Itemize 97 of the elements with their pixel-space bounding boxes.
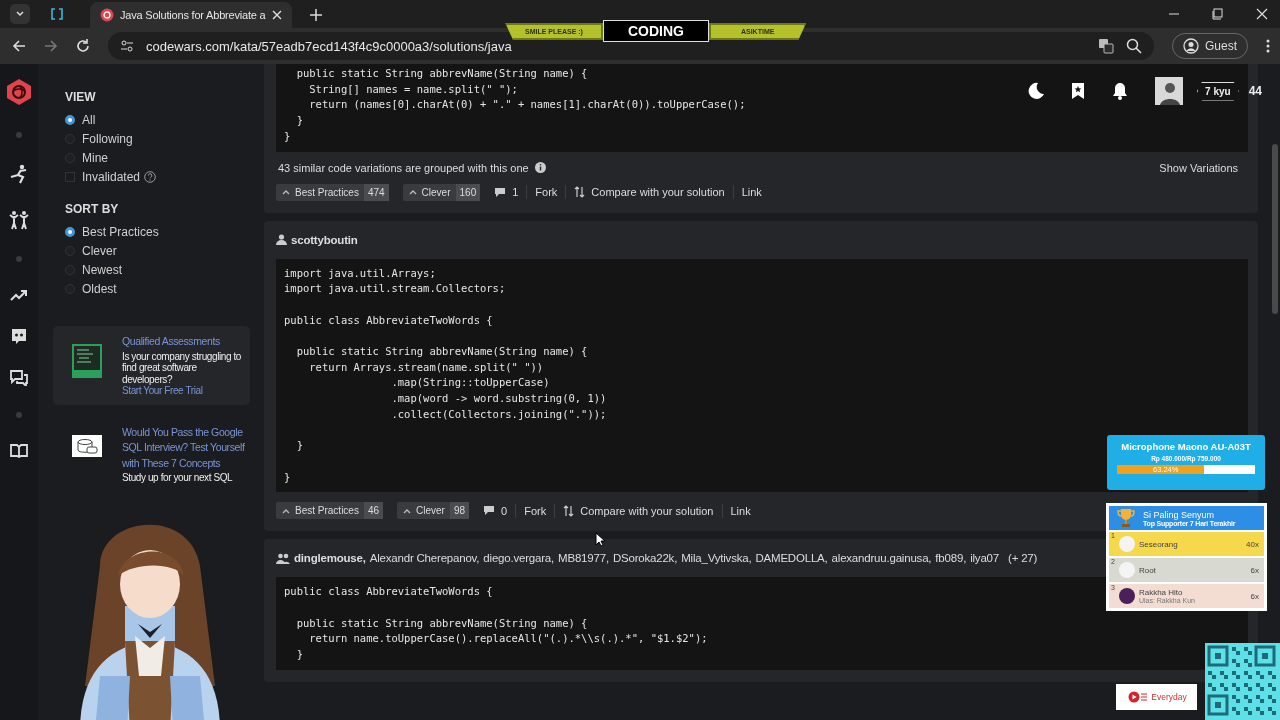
info-icon[interactable] bbox=[534, 162, 546, 173]
ad-title-link[interactable]: Qualified Assessments bbox=[122, 334, 246, 350]
compare-link[interactable]: Compare with your solution bbox=[574, 186, 725, 198]
fork-link[interactable]: Fork bbox=[524, 504, 547, 517]
site-info-icon[interactable] bbox=[120, 39, 134, 53]
fighters-icon[interactable] bbox=[9, 210, 29, 230]
ad-thumbnail[interactable] bbox=[72, 434, 102, 457]
vote-button[interactable]: Clever 98 bbox=[397, 502, 470, 520]
trending-icon[interactable] bbox=[10, 288, 28, 302]
discord-icon[interactable] bbox=[10, 328, 28, 344]
close-icon[interactable] bbox=[272, 10, 282, 20]
users-icon bbox=[276, 552, 290, 564]
avatar-icon bbox=[1118, 562, 1135, 578]
vote-button[interactable]: Best Practices 46 bbox=[276, 502, 384, 520]
compare-icon bbox=[574, 186, 586, 198]
goal-title: Microphone Maono AU-A03T bbox=[1121, 441, 1251, 452]
brand-logo: Everyday bbox=[1116, 684, 1197, 710]
author-link[interactable]: alexandruu.gainusa, bbox=[831, 552, 932, 565]
help-icon[interactable] bbox=[144, 170, 157, 183]
avatar-icon bbox=[1118, 588, 1135, 604]
solution-link[interactable]: Link bbox=[730, 504, 751, 517]
sort-radio[interactable]: Newest bbox=[65, 260, 250, 279]
kick-figure-icon[interactable] bbox=[9, 164, 29, 184]
moon-icon[interactable] bbox=[1027, 82, 1046, 100]
show-variations-link[interactable]: Show Variations bbox=[1159, 161, 1238, 174]
author-link[interactable]: MB81977, bbox=[558, 552, 609, 565]
tab-icon[interactable] bbox=[50, 7, 64, 21]
sort-radio[interactable]: Clever bbox=[65, 241, 250, 260]
compare-link[interactable]: Compare with your solution bbox=[563, 504, 714, 517]
menu-icon[interactable] bbox=[1266, 39, 1270, 53]
ad-link[interactable]: Start Your Free Trial bbox=[122, 385, 203, 396]
back-icon[interactable] bbox=[12, 39, 26, 53]
author-link[interactable]: diego.vergara, bbox=[483, 552, 555, 565]
dot-icon bbox=[16, 132, 22, 138]
tab-search-button[interactable] bbox=[10, 4, 30, 24]
close-icon[interactable] bbox=[1256, 8, 1268, 20]
forward-icon[interactable] bbox=[44, 39, 58, 53]
chevron-up-icon bbox=[282, 189, 290, 195]
sort-heading: SORT BY bbox=[65, 202, 120, 216]
honor-count: 44 bbox=[1248, 84, 1262, 98]
avatar-icon bbox=[1118, 536, 1135, 552]
author-link[interactable]: ilya07 bbox=[970, 552, 999, 565]
chat-icon[interactable] bbox=[10, 370, 28, 386]
comment-icon bbox=[494, 186, 507, 198]
view-radio[interactable]: All bbox=[65, 110, 250, 129]
solution-link[interactable]: Link bbox=[741, 186, 762, 198]
leaderboard-title: Si Paling Senyum bbox=[1143, 509, 1216, 520]
new-tab-icon[interactable] bbox=[310, 9, 322, 21]
chevron-up-icon bbox=[403, 507, 412, 514]
invalidated-checkbox[interactable]: Invalidated bbox=[65, 167, 141, 186]
user-icon bbox=[1183, 38, 1199, 54]
comment-icon bbox=[483, 505, 496, 517]
play-icon bbox=[1126, 691, 1149, 703]
vote-button[interactable]: Clever 160 bbox=[402, 183, 481, 201]
chevron-up-icon bbox=[282, 507, 290, 514]
reload-icon[interactable] bbox=[76, 39, 90, 53]
zoom-icon[interactable] bbox=[1126, 38, 1142, 54]
author-link[interactable]: DAMEDOLLA, bbox=[755, 552, 828, 565]
vote-button[interactable]: Best Practices 474 bbox=[276, 183, 389, 201]
user-icon bbox=[276, 234, 287, 245]
compare-icon bbox=[563, 504, 575, 517]
ad-title-link[interactable]: Would You Pass the Google SQL Interview? Test Yourself with These 7 Concepts bbox=[122, 424, 246, 471]
browser-tab[interactable]: Java Solutions for Abbreviate a bbox=[90, 2, 292, 28]
ad-description: Is your company struggling to find great software developers? Start Your Free Trial bbox=[122, 350, 243, 397]
mouse-cursor bbox=[595, 532, 605, 547]
ad-thumbnail[interactable] bbox=[72, 344, 102, 378]
bookmark-icon[interactable] bbox=[1071, 82, 1086, 100]
bell-icon[interactable] bbox=[1111, 82, 1130, 100]
caret-icon bbox=[15, 9, 25, 19]
author-link[interactable]: DSoroka22k, bbox=[612, 552, 678, 565]
maximize-icon[interactable] bbox=[1212, 8, 1224, 20]
fork-link[interactable]: Fork bbox=[535, 186, 558, 198]
comments-button[interactable]: 1 bbox=[494, 186, 519, 198]
sort-radio[interactable]: Oldest bbox=[65, 279, 250, 298]
more-authors: (+ 27) bbox=[1008, 552, 1038, 565]
author-link[interactable]: fb089, bbox=[935, 552, 967, 565]
user-avatar[interactable] bbox=[1155, 77, 1184, 105]
author-link[interactable]: Mila_Vytivska, bbox=[681, 552, 752, 565]
translate-icon[interactable] bbox=[1098, 38, 1114, 54]
stream-banner-title: CODING bbox=[602, 20, 709, 42]
view-heading: VIEW bbox=[65, 90, 97, 104]
dot-icon bbox=[16, 256, 22, 262]
dot-icon bbox=[16, 412, 22, 418]
book-icon[interactable] bbox=[10, 444, 28, 458]
comments-button[interactable]: 0 bbox=[483, 504, 508, 517]
trophy-icon bbox=[1117, 508, 1135, 528]
ad-description: Study up for your next SQL bbox=[122, 472, 234, 484]
author-link[interactable]: scottyboutin bbox=[291, 233, 358, 246]
view-radio[interactable]: Mine bbox=[65, 148, 250, 167]
sort-radio[interactable]: Best Practices bbox=[65, 222, 250, 241]
author-link[interactable]: Alexandr Cherepanov, bbox=[369, 552, 480, 565]
variations-note: 43 similar code variations are grouped with this one bbox=[278, 161, 529, 174]
author-link[interactable]: dinglemouse, bbox=[294, 552, 366, 565]
view-radio[interactable]: Following bbox=[65, 129, 250, 148]
codewars-icon bbox=[100, 8, 114, 22]
chevron-up-icon bbox=[408, 189, 417, 195]
codewars-logo[interactable] bbox=[5, 78, 33, 106]
